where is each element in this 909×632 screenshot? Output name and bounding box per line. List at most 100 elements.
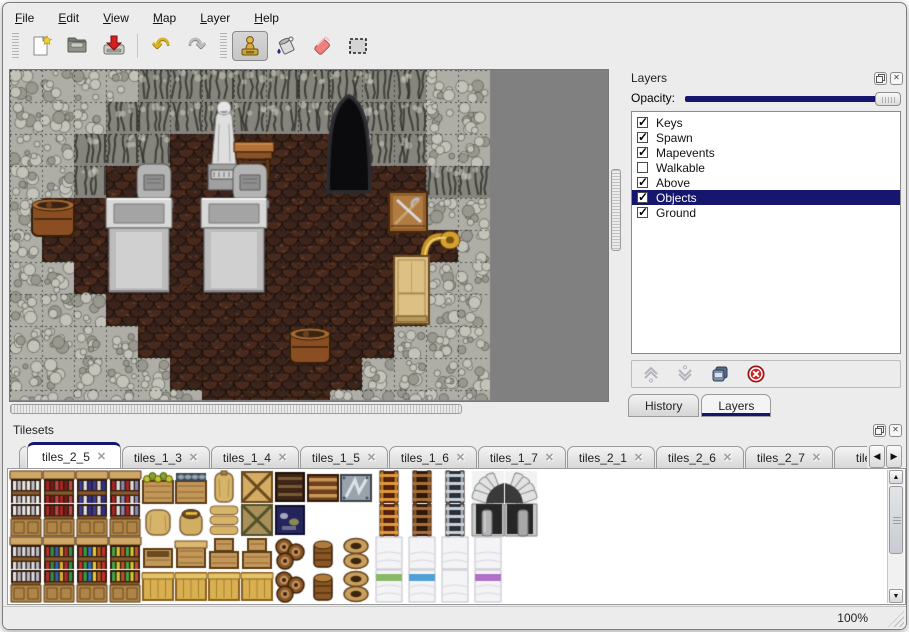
tileset-tab-tiles_1_6[interactable]: tiles_1_6 ✕ [389, 446, 477, 469]
tileset-vertical-scrollbar[interactable]: ▲ ▼ [887, 470, 904, 603]
opacity-label: Opacity: [631, 91, 675, 105]
tileset-tab-tiles_2_1[interactable]: tiles_2_1✕ [567, 446, 655, 469]
dock-tab-history[interactable]: History [628, 394, 699, 417]
scroll-down-button[interactable]: ▼ [889, 589, 903, 603]
layer-visibility-checkbox[interactable]: ✓ [637, 207, 648, 218]
opacity-slider-track [685, 96, 897, 102]
map-canvas[interactable] [10, 70, 608, 401]
tab-label: tiles_1_6 [401, 451, 449, 465]
toolbar-grip[interactable] [12, 33, 19, 59]
scrollbar-handle[interactable] [611, 169, 621, 251]
duplicate-layer-button[interactable] [710, 364, 730, 384]
layer-row-walkable[interactable]: Walkable [632, 160, 900, 175]
layer-visibility-checkbox[interactable]: ✓ [637, 117, 648, 128]
stamp-tool-button[interactable] [232, 31, 268, 61]
tileset-tab-tiles_[interactable]: tiles_✕ [834, 446, 867, 469]
tab-close-icon[interactable]: ✕ [723, 451, 732, 464]
fill-tool-button[interactable] [268, 31, 304, 61]
layer-visibility-checkbox[interactable] [637, 162, 648, 173]
float-panel-button[interactable] [873, 424, 886, 437]
float-panel-button[interactable] [874, 72, 887, 85]
layer-list: ✓Keys✓Spawn✓MapeventsWalkable✓Above✓Obje… [631, 111, 901, 354]
new-page-icon [29, 33, 55, 59]
tileset-tab-tiles_2_5[interactable]: tiles_2_5✕ [27, 442, 121, 469]
selection-icon [345, 33, 371, 59]
menu-layer[interactable]: Layer [200, 11, 230, 25]
dock-tab-layers[interactable]: Layers [701, 394, 771, 417]
menu-file[interactable]: File [15, 11, 34, 25]
move-layer-up-button[interactable] [642, 364, 660, 384]
tab-close-icon[interactable]: ✕ [189, 451, 198, 464]
tab-label: tiles_1_5 [312, 451, 360, 465]
tilesets-panel-title: Tilesets [13, 423, 870, 437]
tab-close-icon[interactable]: ✕ [456, 451, 465, 464]
layer-visibility-checkbox[interactable]: ✓ [637, 147, 648, 158]
layer-row-spawn[interactable]: ✓ Spawn [632, 130, 900, 145]
layer-name: Spawn [656, 131, 693, 145]
tab-scroll-buttons: ◀ ▶ [869, 445, 902, 468]
menu-help[interactable]: Help [254, 11, 279, 25]
layer-tools [631, 360, 901, 388]
layer-row-above[interactable]: ✓Above [632, 175, 900, 190]
menu-map[interactable]: Map [153, 11, 176, 25]
opacity-slider[interactable] [683, 91, 901, 106]
eraser-icon [309, 33, 335, 59]
save-map-button[interactable] [96, 31, 132, 61]
tileset-tab-tiles_1_3[interactable]: tiles_1_3 ✕ [122, 446, 210, 469]
menu-view[interactable]: View [103, 11, 129, 25]
tab-label: tiles_2_7 [757, 451, 805, 465]
map-horizontal-scrollbar[interactable] [9, 403, 609, 416]
layer-row-ground[interactable]: ✓Ground [632, 205, 900, 220]
opacity-row: Opacity: [625, 87, 907, 109]
toolbar-separator [137, 34, 138, 58]
layer-visibility-checkbox[interactable]: ✓ [637, 177, 648, 188]
tileset-tab-tiles_2_6[interactable]: tiles_2_6 ✕ [656, 446, 744, 469]
tab-close-icon[interactable]: ✕ [97, 450, 106, 463]
layer-visibility-checkbox[interactable]: ✓ [637, 132, 648, 143]
eraser-tool-button[interactable] [304, 31, 340, 61]
select-tool-button[interactable] [340, 31, 376, 61]
open-folder-icon [65, 33, 91, 59]
tileset-canvas[interactable] [9, 470, 539, 603]
close-panel-button[interactable]: ✕ [890, 72, 903, 85]
clipped-tab[interactable] [19, 446, 26, 469]
new-map-button[interactable] [24, 31, 60, 61]
tab-label: tiles_1_3 [134, 451, 182, 465]
tab-scroll-left-button[interactable]: ◀ [869, 445, 885, 468]
tileset-tab-tiles_2_7[interactable]: tiles_2_7 ✕ [745, 446, 833, 469]
tilesets-panel-header: Tilesets ✕ [7, 421, 906, 439]
tab-label: tiles_1_4 [223, 451, 271, 465]
tileset-tab-tiles_1_4[interactable]: tiles_1_4 ✕ [211, 446, 299, 469]
layer-row-objects[interactable]: ✓ Objects [632, 190, 900, 205]
layer-name: Walkable [656, 161, 705, 175]
dock-tabs: HistoryLayers [625, 394, 907, 417]
move-layer-down-button[interactable] [676, 364, 694, 384]
menu-edit[interactable]: Edit [58, 11, 79, 25]
map-vertical-scrollbar[interactable] [610, 69, 623, 402]
scrollbar-handle[interactable] [10, 404, 462, 414]
tab-close-icon[interactable]: ✕ [812, 451, 821, 464]
layer-row-mapevents[interactable]: ✓ Mapevents [632, 145, 900, 160]
tileset-tab-tiles_1_7[interactable]: tiles_1_7✕ [478, 446, 566, 469]
layer-row-keys[interactable]: ✓ Keys [632, 115, 900, 130]
layer-name: Keys [656, 116, 683, 130]
scroll-up-button[interactable]: ▲ [889, 470, 903, 484]
undo-button[interactable]: ↶ [143, 31, 179, 61]
redo-button[interactable]: ↷ [179, 31, 215, 61]
opacity-slider-thumb[interactable] [875, 92, 901, 106]
delete-layer-button[interactable] [746, 364, 766, 384]
toolbar-grip-2[interactable] [220, 33, 227, 59]
tab-close-icon[interactable]: ✕ [278, 451, 287, 464]
layer-name: Objects [656, 191, 697, 205]
scrollbar-handle[interactable] [889, 486, 903, 554]
layer-name: Mapevents [656, 146, 715, 160]
tab-close-icon[interactable]: ✕ [545, 451, 554, 464]
tab-close-icon[interactable]: ✕ [634, 451, 643, 464]
open-map-button[interactable] [60, 31, 96, 61]
tab-close-icon[interactable]: ✕ [367, 451, 376, 464]
tab-scroll-right-button[interactable]: ▶ [886, 445, 902, 468]
close-panel-button[interactable]: ✕ [889, 424, 902, 437]
tileset-tab-tiles_1_5[interactable]: tiles_1_5 ✕ [300, 446, 388, 469]
tab-label: tiles_2_6 [668, 451, 716, 465]
layer-visibility-checkbox[interactable]: ✓ [637, 192, 648, 203]
